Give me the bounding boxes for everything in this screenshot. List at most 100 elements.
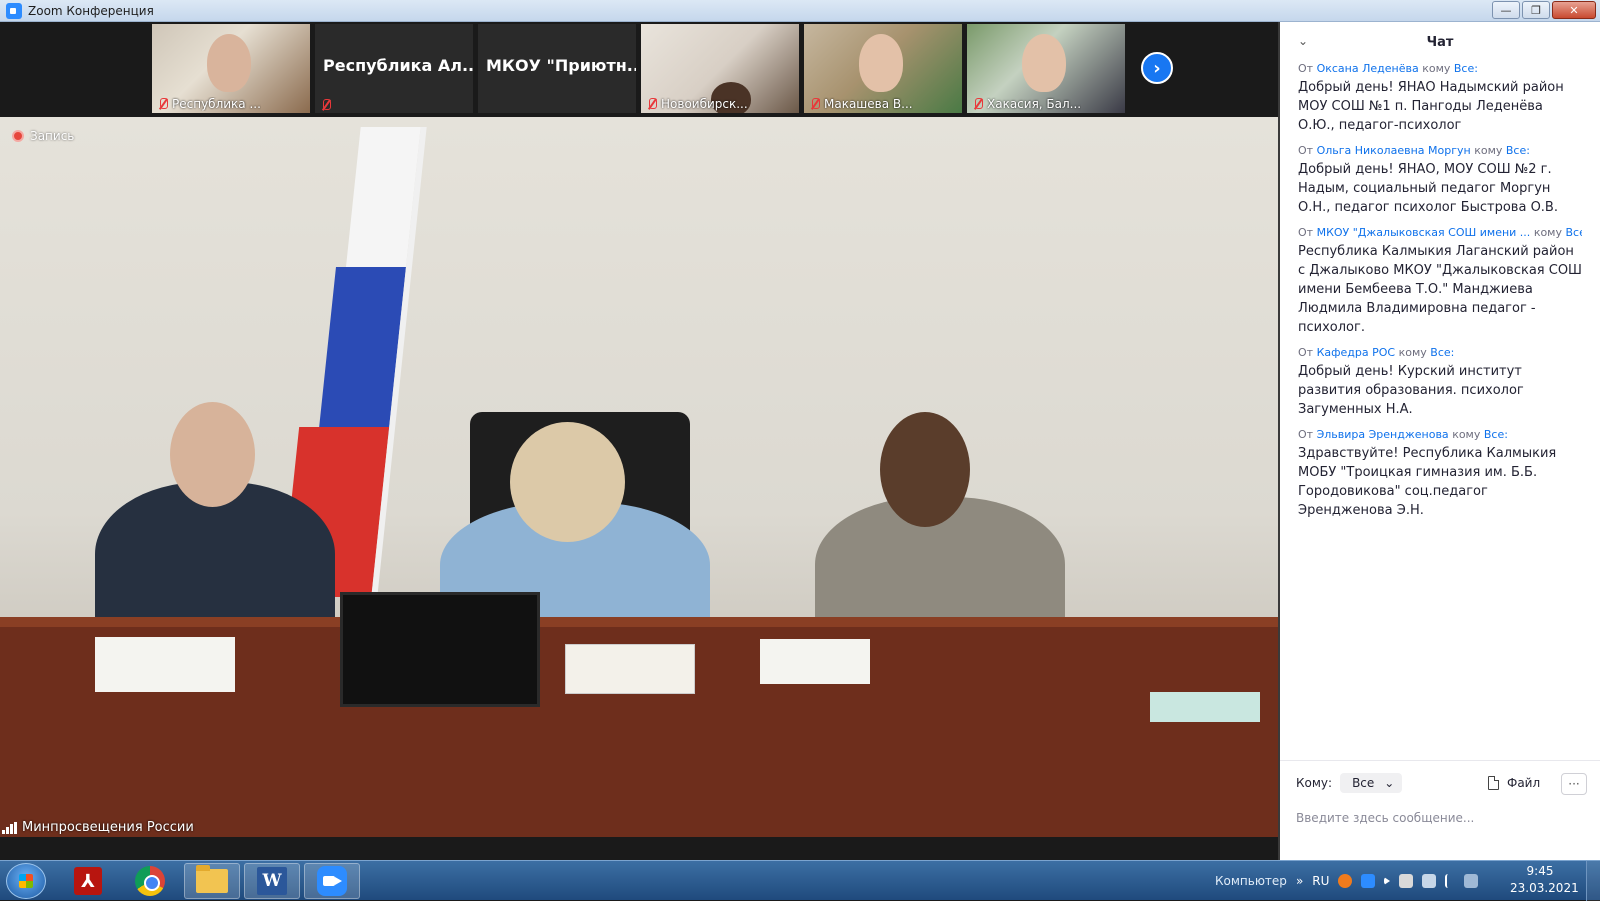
start-button[interactable] [6, 863, 46, 899]
windows-taskbar: ⅄ W Компьютер » RU 9:45 23.03.2021 [0, 860, 1600, 901]
chat-header: ⌄ Чат [1280, 22, 1600, 62]
file-icon [1488, 776, 1499, 790]
zoom-icon [317, 866, 347, 896]
participant-tile[interactable]: Новоибирск... [641, 24, 799, 113]
message-sender[interactable]: Оксана Леденёва [1317, 62, 1419, 75]
taskbar-zoom[interactable] [304, 863, 360, 899]
chat-message: От Ольга Николаевна Моргун кому Все: Доб… [1280, 144, 1600, 217]
next-page-button[interactable]: › [1141, 52, 1173, 84]
nameplate-image [565, 644, 695, 694]
network-icon[interactable] [1464, 874, 1479, 888]
participant-tile[interactable]: МКОУ "Приютн... [478, 24, 636, 113]
file-button[interactable]: Файл [1488, 776, 1540, 790]
chrome-icon [135, 866, 165, 896]
paper-image [760, 639, 870, 684]
taskbar-explorer[interactable] [184, 863, 240, 899]
show-desktop-button[interactable] [1586, 861, 1600, 901]
message-meta: От Ольга Николаевна Моргун кому Все: [1298, 144, 1530, 157]
chat-composer: Кому: Все ⌄ Файл ··· [1280, 760, 1600, 860]
person-head-image [510, 422, 625, 542]
monitor-image [340, 592, 540, 707]
message-recipient[interactable]: Все: [1454, 62, 1478, 75]
recording-indicator[interactable]: Запись [12, 129, 74, 143]
volume-icon[interactable] [1384, 877, 1391, 885]
person-head-image [880, 412, 970, 527]
message-recipient[interactable]: Все: [1566, 226, 1583, 239]
message-recipient[interactable]: Все: [1430, 346, 1454, 359]
recipient-select[interactable]: Все ⌄ [1340, 773, 1403, 793]
participant-tile[interactable]: Республика Ал... [315, 24, 473, 113]
message-recipient[interactable]: Все: [1506, 144, 1530, 157]
chevron-right-icon[interactable]: » [1296, 874, 1303, 888]
message-meta: От Эльвира Эрендженова кому Все: [1298, 428, 1508, 441]
clock-date: 23.03.2021 [1510, 881, 1579, 895]
acrobat-icon: ⅄ [74, 867, 102, 895]
network-tray-icon[interactable] [1422, 874, 1437, 888]
message-sender[interactable]: Эльвира Эрендженова [1317, 428, 1449, 441]
more-options-button[interactable]: ··· [1561, 773, 1587, 795]
window-controls: — ❐ ✕ [1492, 1, 1596, 19]
mic-off-icon [321, 99, 331, 111]
recipient-row: Кому: Все ⌄ [1296, 773, 1403, 793]
language-indicator[interactable]: RU [1312, 874, 1329, 888]
close-button[interactable]: ✕ [1552, 1, 1596, 19]
taskbar-acrobat[interactable]: ⅄ [60, 863, 116, 899]
participant-name-label [321, 99, 331, 111]
message-sender[interactable]: Ольга Николаевна Моргун [1317, 144, 1471, 157]
window-title: Zoom Конференция [28, 3, 154, 18]
participant-center-name: Республика Ал... [323, 56, 473, 75]
signal-strength-icon [2, 821, 17, 834]
message-text: Республика Калмыкия Лаганский район с Дж… [1298, 244, 1582, 335]
zoom-tray-icon[interactable] [1361, 874, 1376, 888]
chat-message: От Эльвира Эрендженова кому Все: Здравст… [1280, 428, 1600, 520]
message-recipient[interactable]: Все: [1484, 428, 1508, 441]
recording-label: Запись [30, 129, 75, 143]
participant-video [859, 34, 903, 92]
participant-video [1022, 34, 1066, 92]
speaker-name-label: Минпросвещения России [2, 820, 194, 835]
participant-tile[interactable]: Макашева В... [804, 24, 962, 113]
participant-name-label: Макашева В... [810, 97, 913, 111]
clock-time: 9:45 [1526, 864, 1554, 878]
chat-message-input[interactable] [1296, 811, 1586, 825]
message-text: Добрый день! ЯНАО Надымский район МОУ СО… [1298, 80, 1564, 133]
participant-tile[interactable]: Хакасия, Бал... [967, 24, 1125, 113]
mic-off-icon [647, 98, 657, 110]
main-video: Запись Минпросвещения России [0, 117, 1278, 837]
message-text: Добрый день! Курский институт развития о… [1298, 364, 1524, 417]
participant-name-label: Новоибирск... [647, 97, 748, 111]
record-icon [12, 130, 24, 142]
chevron-down-icon: ⌄ [1384, 776, 1395, 790]
taskbar-word[interactable]: W [244, 863, 300, 899]
mic-off-icon [810, 98, 820, 110]
message-text: Добрый день! ЯНАО, МОУ СОШ №2 г. Надым, … [1298, 162, 1558, 215]
chat-message-list: От Оксана Леденёва кому Все: Добрый день… [1280, 62, 1600, 520]
video-bottom-bar [0, 837, 1278, 860]
app-tray-icon[interactable] [1399, 874, 1414, 888]
word-icon: W [257, 867, 287, 895]
chat-panel: ⌄ Чат От Оксана Леденёва кому Все: Добры… [1280, 22, 1600, 860]
participant-tile[interactable]: Республика ... [152, 24, 310, 113]
person-head-image [170, 402, 255, 507]
flag-icon[interactable] [1445, 874, 1455, 888]
tray-toolbar-label[interactable]: Компьютер [1215, 874, 1287, 888]
participant-name-label: Хакасия, Бал... [973, 97, 1081, 111]
participant-name-label: Республика ... [158, 97, 261, 111]
message-sender[interactable]: МКОУ "Джалыковская СОШ имени ... [1317, 226, 1531, 239]
system-tray: Компьютер » RU [1215, 861, 1479, 901]
window-titlebar: Zoom Конференция — ❐ ✕ [0, 0, 1600, 22]
chat-message: От Оксана Леденёва кому Все: Добрый день… [1280, 62, 1600, 135]
taskbar-chrome[interactable] [122, 863, 178, 899]
folder-icon [196, 865, 228, 893]
minimize-button[interactable]: — [1492, 1, 1520, 19]
nameplate-image [95, 637, 235, 692]
maximize-button[interactable]: ❐ [1522, 1, 1550, 19]
participant-center-name: МКОУ "Приютн... [486, 56, 636, 75]
recipient-label: Кому: [1296, 776, 1333, 790]
odnoklassniki-icon[interactable] [1338, 874, 1353, 888]
system-clock[interactable]: 9:45 23.03.2021 [1510, 863, 1579, 897]
chevron-down-icon[interactable]: ⌄ [1298, 34, 1308, 48]
message-sender[interactable]: Кафедра РОС [1317, 346, 1396, 359]
chat-message: От Кафедра РОС кому Все: Добрый день! Ку… [1280, 346, 1600, 419]
message-meta: От Оксана Леденёва кому Все: [1298, 62, 1478, 75]
